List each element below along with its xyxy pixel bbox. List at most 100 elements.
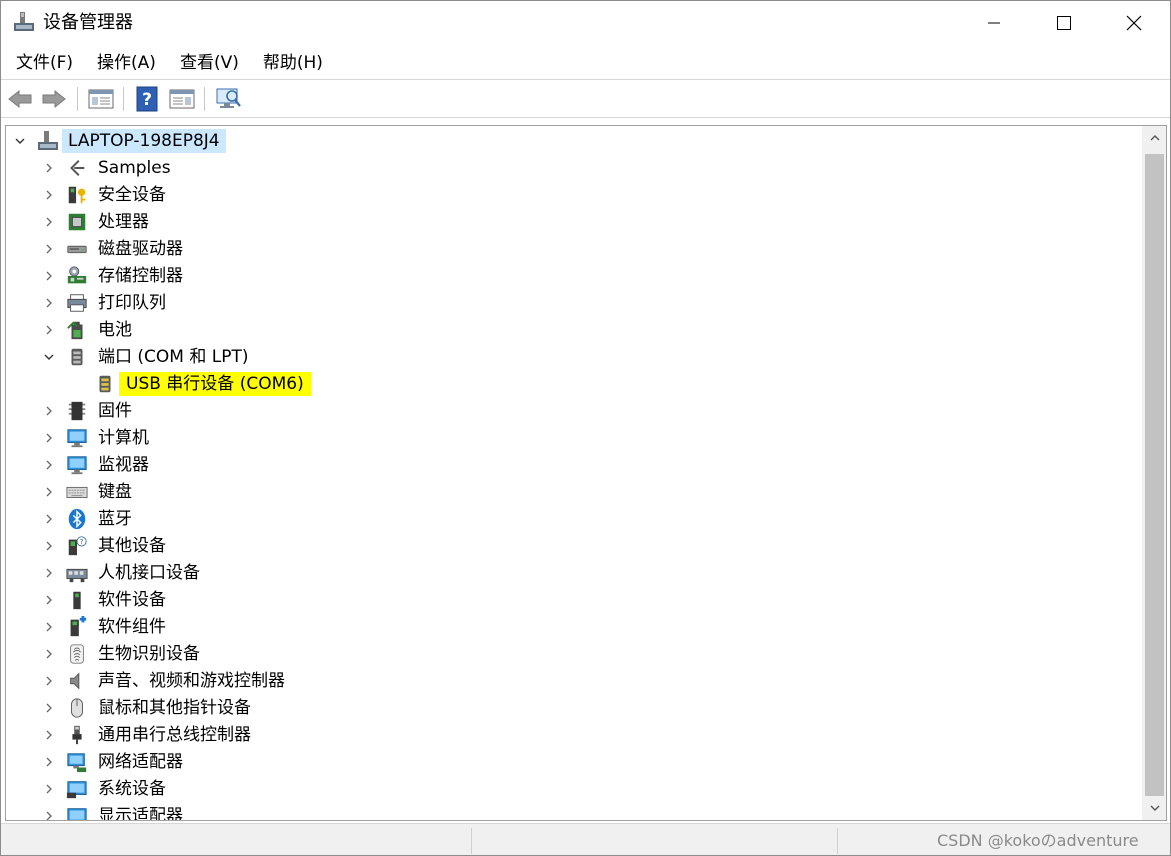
- tree-item-label: 通用串行总线控制器: [98, 725, 251, 745]
- chevron-right-icon[interactable]: [41, 619, 57, 635]
- watermark-text: CSDN @kokoのadventure: [937, 831, 1139, 850]
- chevron-right-icon[interactable]: [41, 187, 57, 203]
- device-manager-app-icon: [13, 11, 35, 33]
- menu-divider: [1, 79, 1170, 80]
- tree-item-label: 处理器: [98, 212, 149, 232]
- scan-hardware-button[interactable]: [214, 85, 244, 113]
- computer-icon: [65, 426, 89, 450]
- menu-action[interactable]: 操作(A): [85, 47, 168, 79]
- toolbar-separator: [77, 87, 78, 111]
- scrollbar-thumb[interactable]: [1145, 154, 1164, 796]
- toolbar-separator: [123, 87, 124, 111]
- bluetooth-icon: [65, 507, 89, 531]
- scroll-down-button[interactable]: [1142, 796, 1166, 820]
- chevron-right-icon[interactable]: [41, 808, 57, 820]
- chevron-right-icon[interactable]: [41, 565, 57, 581]
- chevron-right-icon[interactable]: [41, 727, 57, 743]
- chevron-right-icon[interactable]: [41, 538, 57, 554]
- chevron-right-icon[interactable]: [41, 457, 57, 473]
- minimize-icon: [988, 22, 1000, 24]
- chevron-right-icon[interactable]: [41, 781, 57, 797]
- tree-item-label: 软件组件: [98, 617, 166, 637]
- network-adapter-icon: [65, 750, 89, 774]
- chevron-right-icon[interactable]: [41, 511, 57, 527]
- chevron-right-icon[interactable]: [41, 646, 57, 662]
- update-driver-icon: [169, 89, 195, 109]
- menu-view[interactable]: 查看(V): [168, 47, 251, 79]
- tree-item-label: 计算机: [98, 428, 149, 448]
- tree-item-label: 磁盘驱动器: [98, 239, 183, 259]
- port-icon: [65, 345, 89, 369]
- system-device-icon: [65, 777, 89, 801]
- window-title: 设备管理器: [43, 12, 133, 33]
- tree-item-label: 电池: [98, 320, 132, 340]
- tree-item-label: 人机接口设备: [98, 563, 200, 583]
- status-bar: CSDN @kokoのadventure: [1, 823, 1170, 855]
- status-divider: [471, 828, 472, 854]
- svg-text:?: ?: [142, 90, 152, 110]
- other-devices-icon: ?: [65, 534, 89, 558]
- device-tree-frame: LAPTOP-198EP8J4 Samples 安全设备 处理器 磁盘驱动器 存储控制器…: [5, 125, 1167, 821]
- chevron-down-icon[interactable]: [41, 349, 57, 365]
- chevron-down-icon[interactable]: [12, 133, 28, 149]
- software-component-icon: [65, 615, 89, 639]
- menu-help[interactable]: 帮助(H): [251, 47, 335, 79]
- chevron-right-icon[interactable]: [41, 214, 57, 230]
- chevron-right-icon[interactable]: [41, 322, 57, 338]
- toolbar-separator: [204, 87, 205, 111]
- battery-icon: [65, 318, 89, 342]
- menu-file[interactable]: 文件(F): [1, 47, 85, 79]
- biometric-icon: [65, 642, 89, 666]
- help-icon: ?: [136, 86, 158, 112]
- chevron-right-icon[interactable]: [41, 160, 57, 176]
- chevron-right-icon[interactable]: [41, 673, 57, 689]
- hid-icon: [65, 561, 89, 585]
- chevron-right-icon[interactable]: [41, 268, 57, 284]
- audio-icon: [65, 669, 89, 693]
- chevron-right-icon[interactable]: [41, 592, 57, 608]
- chevron-right-icon[interactable]: [41, 241, 57, 257]
- tree-item-label: 打印队列: [98, 293, 166, 313]
- properties-button[interactable]: [86, 85, 116, 113]
- keyboard-icon: [65, 480, 89, 504]
- tree-item-label: 监视器: [98, 455, 149, 475]
- tree-item-label: 显示适配器: [98, 806, 183, 821]
- security-device-icon: [65, 183, 89, 207]
- close-icon: [1126, 15, 1142, 31]
- scroll-up-button[interactable]: [1142, 126, 1166, 150]
- back-button[interactable]: [5, 85, 35, 113]
- toolbar: ?: [1, 81, 1170, 117]
- display-adapter-icon: [65, 804, 89, 820]
- monitor-icon: [65, 453, 89, 477]
- storage-controller-icon: [65, 264, 89, 288]
- tree-item-label: 软件设备: [98, 590, 166, 610]
- chevron-right-icon[interactable]: [41, 403, 57, 419]
- properties-panel-icon: [88, 89, 114, 109]
- forward-arrow-icon: [42, 89, 66, 109]
- chevron-right-icon[interactable]: [41, 295, 57, 311]
- tree-item-label: 其他设备: [98, 536, 166, 556]
- tree-item-label: 存储控制器: [98, 266, 183, 286]
- close-button[interactable]: [1099, 1, 1169, 45]
- svg-text:?: ?: [80, 537, 84, 546]
- tree-item-label: 声音、视频和游戏控制器: [98, 671, 285, 691]
- device-tree[interactable]: LAPTOP-198EP8J4 Samples 安全设备 处理器 磁盘驱动器 存储控制器…: [6, 126, 1142, 821]
- status-divider: [837, 828, 838, 854]
- title-bar: 设备管理器: [1, 1, 1170, 45]
- vertical-scrollbar[interactable]: [1142, 126, 1166, 820]
- help-button[interactable]: ?: [132, 85, 162, 113]
- computer-root-icon: [36, 129, 60, 153]
- tree-item-label: 键盘: [98, 482, 132, 502]
- chevron-right-icon[interactable]: [41, 700, 57, 716]
- chevron-right-icon[interactable]: [41, 754, 57, 770]
- forward-button[interactable]: [39, 85, 69, 113]
- chevron-right-icon[interactable]: [41, 430, 57, 446]
- minimize-button[interactable]: [959, 1, 1029, 45]
- tree-item-label: Samples: [98, 158, 171, 178]
- tree-item-label: 安全设备: [98, 185, 166, 205]
- menu-bar: 文件(F) 操作(A) 查看(V) 帮助(H): [1, 47, 1170, 79]
- chevron-up-icon: [1150, 135, 1159, 141]
- maximize-button[interactable]: [1029, 1, 1099, 45]
- update-driver-button[interactable]: [167, 85, 197, 113]
- chevron-right-icon[interactable]: [41, 484, 57, 500]
